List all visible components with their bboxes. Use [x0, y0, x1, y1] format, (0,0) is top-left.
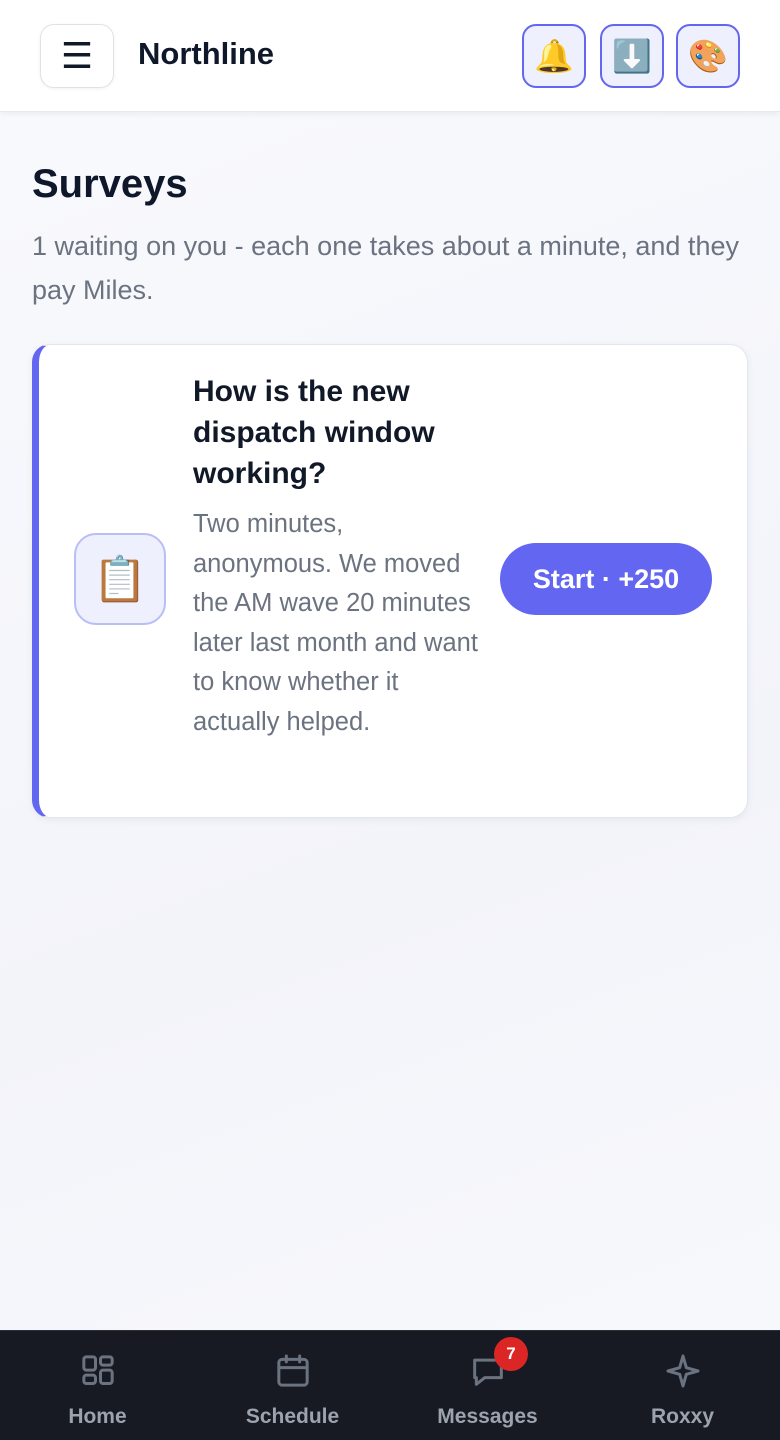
nav-item-messages[interactable]: 7 Messages [390, 1331, 585, 1440]
page-title: Surveys [32, 162, 188, 206]
clipboard-icon: 📋 [74, 533, 166, 625]
page-subtitle: 1 waiting on you - each one takes about … [32, 231, 739, 305]
nav-label-roxxy: Roxxy [650, 1405, 715, 1428]
survey-description: Two minutes, anonymous. We moved the AM … [193, 510, 478, 736]
nav-label-schedule: Schedule [245, 1405, 340, 1428]
nav-label-messages: Messages [437, 1405, 538, 1428]
bottom-nav: Home Schedule 7 Messages Roxxy [0, 1330, 780, 1440]
home-grid-icon [81, 1355, 114, 1385]
survey-card: 📋 How is the new dispatch window working… [32, 344, 748, 818]
download-button[interactable]: ⬇️ [600, 24, 664, 88]
nav-item-schedule[interactable]: Schedule [195, 1331, 390, 1440]
theme-button[interactable]: 🎨 [676, 24, 740, 88]
download-arrow-icon: ⬇️ [612, 38, 652, 74]
nav-item-roxxy[interactable]: Roxxy [585, 1331, 780, 1440]
menu-button[interactable]: ☰ [40, 24, 114, 88]
start-survey-button[interactable]: Start · +250 [500, 543, 712, 615]
nav-label-home: Home [68, 1405, 127, 1428]
hamburger-icon: ☰ [60, 35, 94, 76]
brand-name: Northline [138, 36, 275, 71]
bell-icon: 🔔 [534, 38, 574, 74]
top-bar: ☰ Northline 🔔 ⬇️ 🎨 [0, 0, 780, 112]
sparkle-icon [666, 1354, 699, 1388]
app-root: ☰ Northline 🔔 ⬇️ 🎨 Surveys 1 waiting on … [0, 0, 780, 1440]
palette-icon: 🎨 [688, 38, 728, 74]
notifications-button[interactable]: 🔔 [522, 24, 586, 88]
nav-item-home[interactable]: Home [0, 1331, 195, 1440]
survey-title: How is the new dispatch window working? [193, 375, 435, 490]
messages-count-badge: 7 [494, 1337, 528, 1371]
calendar-icon [276, 1354, 309, 1387]
